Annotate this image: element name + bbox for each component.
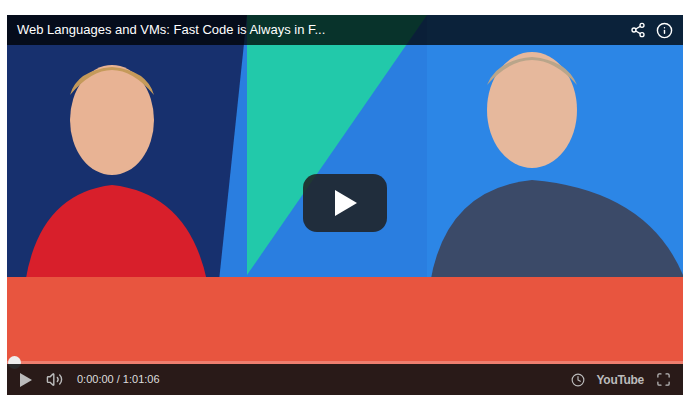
youtube-logo[interactable]: YouTube [597, 371, 644, 389]
controls-left: 0:00:00 / 1:01:06 [19, 371, 160, 388]
page: Web Languages and VMs: Fast Code is Alwa… [0, 0, 685, 407]
control-bar: 0:00:00 / 1:01:06 YouTube [7, 364, 683, 395]
watch-later-icon[interactable] [571, 373, 585, 387]
controls-right: YouTube [571, 371, 671, 389]
info-icon[interactable] [656, 22, 673, 39]
video-title[interactable]: Web Languages and VMs: Fast Code is Alwa… [17, 22, 325, 38]
share-icon[interactable] [630, 22, 646, 38]
video-player[interactable]: Web Languages and VMs: Fast Code is Alwa… [7, 15, 683, 395]
play-icon[interactable] [19, 373, 32, 387]
big-play-button[interactable] [303, 174, 387, 232]
time-display: 0:00:00 / 1:01:06 [77, 371, 160, 388]
video-area[interactable] [7, 45, 683, 361]
play-icon [333, 190, 357, 216]
title-bar: Web Languages and VMs: Fast Code is Alwa… [7, 15, 683, 45]
fullscreen-icon[interactable] [656, 372, 671, 387]
title-actions [630, 22, 673, 39]
volume-icon[interactable] [46, 371, 63, 388]
